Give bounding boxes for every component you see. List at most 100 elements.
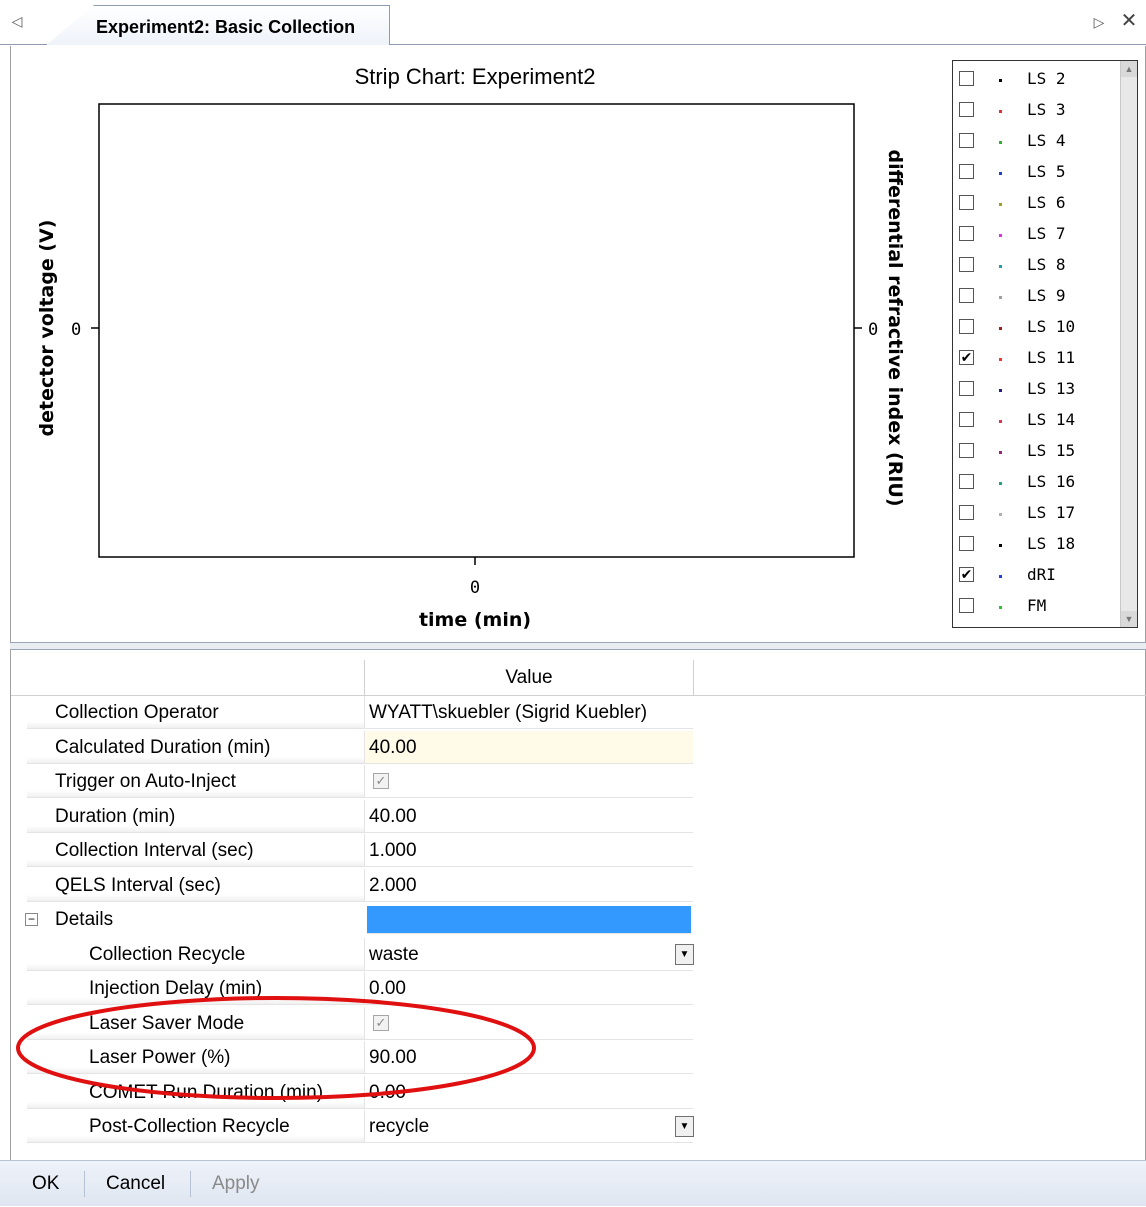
property-value[interactable]: WYATT\skuebler (Sigrid Kuebler) <box>365 696 693 729</box>
legend-item[interactable]: FM <box>959 594 1119 620</box>
grid-row[interactable]: Duration (min) 40.00 <box>11 799 693 834</box>
property-value[interactable]: 40.00 <box>365 730 693 764</box>
grid-row[interactable]: Laser Saver Mode ✓ <box>11 1006 693 1041</box>
category-value-selected[interactable] <box>367 906 691 934</box>
legend-color-swatch <box>999 389 1002 392</box>
grid-row[interactable]: Calculated Duration (min) 40.00 <box>11 730 693 765</box>
legend-checkbox[interactable]: ✔ <box>959 350 974 365</box>
legend-checkbox[interactable] <box>959 505 974 520</box>
property-value[interactable]: 40.00 <box>365 800 693 833</box>
button-separator <box>84 1171 85 1197</box>
dropdown-arrow-icon[interactable]: ▼ <box>675 1116 694 1137</box>
legend-item[interactable]: LS 7 <box>959 222 1119 248</box>
grid-header-value-column: Value <box>365 660 694 695</box>
property-value[interactable]: 1.000 <box>365 834 693 867</box>
legend-color-swatch <box>999 234 1002 237</box>
property-value[interactable]: 0.00 <box>365 1076 693 1109</box>
grid-row[interactable]: QELS Interval (sec) 2.000 <box>11 868 693 903</box>
legend-checkbox[interactable] <box>959 474 974 489</box>
legend-color-swatch <box>999 358 1002 361</box>
legend-label: LS 13 <box>1027 379 1076 398</box>
property-name: Duration (min) <box>27 799 365 833</box>
tab-scroll-left-icon[interactable]: ◁ <box>8 12 26 30</box>
legend-item[interactable]: LS 3 <box>959 98 1119 124</box>
legend-item[interactable]: LS 18 <box>959 532 1119 558</box>
legend-label: LS 3 <box>1027 100 1066 119</box>
property-value[interactable]: recycle <box>365 1110 693 1143</box>
panel-splitter[interactable] <box>10 642 1146 650</box>
legend-item[interactable]: LS 5 <box>959 160 1119 186</box>
legend-checkbox[interactable] <box>959 195 974 210</box>
dropdown-arrow-icon[interactable]: ▼ <box>675 943 694 965</box>
property-value[interactable] <box>365 765 693 798</box>
legend-checkbox[interactable] <box>959 598 974 613</box>
property-value[interactable]: waste <box>365 938 693 971</box>
legend-label: LS 9 <box>1027 286 1066 305</box>
legend-checkbox[interactable]: ✔ <box>959 567 974 582</box>
collapse-icon[interactable]: − <box>25 913 38 926</box>
property-name: Laser Saver Mode <box>27 1006 365 1040</box>
legend-item[interactable]: LS 9 <box>959 284 1119 310</box>
legend-checkbox[interactable] <box>959 536 974 551</box>
property-value[interactable]: 0.00 <box>365 972 693 1005</box>
legend-label: LS 18 <box>1027 534 1076 553</box>
grid-row[interactable]: Laser Power (%) 90.00 <box>11 1041 693 1075</box>
close-icon[interactable]: ✕ <box>1118 10 1140 32</box>
legend-checkbox[interactable] <box>959 319 974 334</box>
legend-checkbox[interactable] <box>959 412 974 427</box>
legend-color-swatch <box>999 141 1002 144</box>
legend-color-swatch <box>999 265 1002 268</box>
scroll-up-icon[interactable]: ▲ <box>1121 61 1137 77</box>
legend-item[interactable]: LS 4 <box>959 129 1119 155</box>
scroll-down-icon[interactable]: ▼ <box>1121 611 1137 627</box>
legend-item[interactable]: ✔ dRI <box>959 563 1119 589</box>
legend-checkbox[interactable] <box>959 257 974 272</box>
grid-category-details[interactable]: − Details <box>11 903 693 937</box>
property-value[interactable] <box>365 1007 693 1040</box>
grid-row[interactable]: Collection Operator WYATT\skuebler (Sigri… <box>11 696 693 730</box>
grid-row[interactable]: Trigger on Auto-Inject ✓ <box>11 765 693 799</box>
property-name: Laser Power (%) <box>27 1041 365 1074</box>
property-grid: Value Collection Operator WYATT\skuebler … <box>10 650 1146 1160</box>
legend-item[interactable]: LS 15 <box>959 439 1119 465</box>
grid-header: Value <box>11 660 1146 696</box>
legend-checkbox[interactable] <box>959 381 974 396</box>
chart-legend: LS 2 LS 3 LS 4 LS 5 LS 6 LS 7 LS 8 LS 9 LS 10 ✔ LS… <box>952 60 1138 628</box>
legend-item[interactable]: LS 2 <box>959 67 1119 93</box>
ok-button[interactable]: OK <box>32 1161 59 1207</box>
legend-item[interactable]: LS 13 <box>959 377 1119 403</box>
legend-checkbox[interactable] <box>959 443 974 458</box>
property-value[interactable]: 2.000 <box>365 869 693 902</box>
legend-checkbox[interactable] <box>959 133 974 148</box>
tab-scroll-right-icon[interactable]: ▷ <box>1090 14 1108 32</box>
legend-checkbox[interactable] <box>959 164 974 179</box>
y-left-axis-label: detector voltage (V) <box>36 220 58 437</box>
legend-checkbox[interactable] <box>959 71 974 86</box>
legend-color-swatch <box>999 110 1002 113</box>
property-checkbox[interactable]: ✓ <box>373 773 389 789</box>
legend-item[interactable]: LS 17 <box>959 501 1119 527</box>
grid-row[interactable]: Collection Recycle waste ▼ <box>11 937 694 972</box>
legend-color-swatch <box>999 79 1002 82</box>
legend-item[interactable]: LS 16 <box>959 470 1119 496</box>
grid-row[interactable]: Collection Interval (sec) 1.000 <box>11 834 693 868</box>
grid-row[interactable]: Post-Collection Recycle recycle ▼ <box>11 1110 694 1144</box>
legend-color-swatch <box>999 172 1002 175</box>
legend-checkbox[interactable] <box>959 288 974 303</box>
legend-checkbox[interactable] <box>959 226 974 241</box>
property-checkbox[interactable]: ✓ <box>373 1014 389 1031</box>
property-value[interactable]: 90.00 <box>365 1041 693 1074</box>
legend-item[interactable]: LS 14 <box>959 408 1119 434</box>
grid-row[interactable]: Injection Delay (min) 0.00 <box>11 972 693 1006</box>
apply-button[interactable]: Apply <box>212 1161 260 1207</box>
legend-item[interactable]: ✔ LS 11 <box>959 346 1119 372</box>
legend-scrollbar[interactable]: ▲ ▼ <box>1120 61 1137 627</box>
legend-item[interactable]: LS 8 <box>959 253 1119 279</box>
property-name: Calculated Duration (min) <box>27 730 365 764</box>
legend-item[interactable]: LS 6 <box>959 191 1119 217</box>
grid-row[interactable]: COMET Run Duration (min) 0.00 <box>11 1075 693 1110</box>
cancel-button[interactable]: Cancel <box>106 1161 165 1207</box>
legend-item[interactable]: LS 10 <box>959 315 1119 341</box>
legend-checkbox[interactable] <box>959 102 974 117</box>
legend-label: LS 14 <box>1027 410 1076 429</box>
